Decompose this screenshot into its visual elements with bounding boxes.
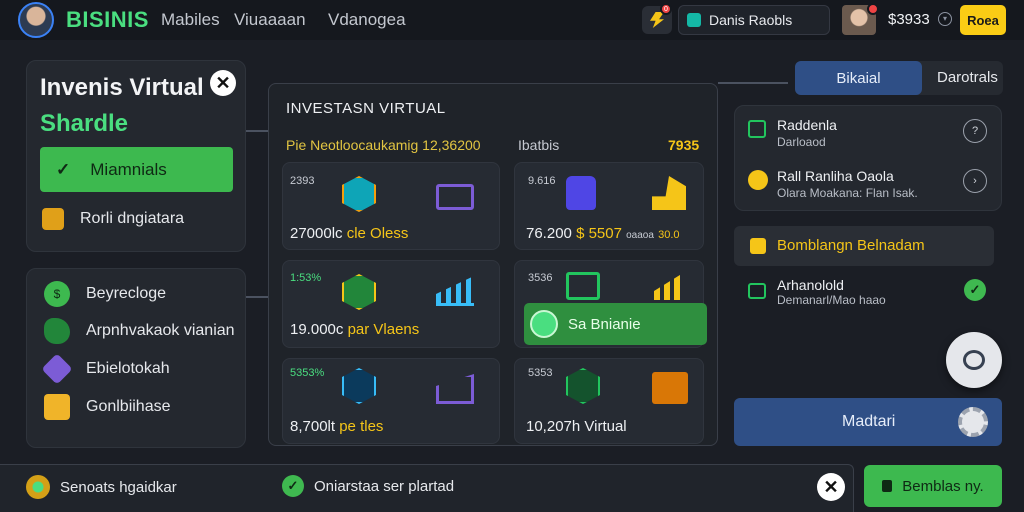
chip-icon xyxy=(436,184,474,210)
screen-icon xyxy=(748,283,766,299)
close-icon: ✕ xyxy=(823,476,839,497)
tile-amount: 8,700lt pe tles xyxy=(290,418,384,435)
bottom-item-2-label: Oniarstaa ser plartad xyxy=(314,477,455,495)
check-icon: ✓ xyxy=(964,279,986,301)
confirm-button-label: Bemblas ny. xyxy=(902,477,984,495)
menu-item-4[interactable]: Gonlbiihase xyxy=(44,394,171,420)
connector-line xyxy=(246,296,268,298)
account-chip[interactable]: Danis Raobls xyxy=(678,5,830,35)
menu-item-label: Ebielotokah xyxy=(86,360,170,377)
alert-icon xyxy=(750,238,766,254)
chevron-right-icon: › xyxy=(973,175,977,187)
check-icon: ✓ xyxy=(56,159,71,179)
cloud-icon xyxy=(44,318,70,344)
sell-button[interactable]: Sa Bnianie xyxy=(524,303,707,345)
bottom-item-1-label: Senoats hgaidkar xyxy=(60,478,177,496)
tile-amount: 19.000c par Vlaens xyxy=(290,321,420,338)
close-button[interactable]: ✕ xyxy=(817,473,845,501)
card-title-line1: Invenis Virtual xyxy=(40,74,204,101)
card-title: Invenis Virtual Shardle xyxy=(40,70,210,142)
bottom-item-1[interactable]: Senoats hgaidkar xyxy=(26,475,177,499)
secondary-item-label: Rorli dngiatara xyxy=(80,210,185,227)
alert-text: Bomblangn Belnadam xyxy=(777,237,925,254)
panel-label: Ibatbis xyxy=(518,137,560,153)
info-button-2[interactable]: › xyxy=(963,169,987,193)
tile-amount: 76.200 $ 5507 oaaoa 30.0 xyxy=(526,225,680,242)
tile-stat: 3536 xyxy=(528,272,553,284)
tile-stat: 1:53% xyxy=(290,272,322,284)
connector-line xyxy=(718,82,788,84)
shield-icon xyxy=(687,13,701,27)
balance-value: $3933 xyxy=(888,11,930,28)
lightbulb-icon xyxy=(748,170,768,190)
card-title-line2: Shardle xyxy=(40,110,129,137)
tile-amount: 10,207h Virtual xyxy=(526,418,627,435)
confirm-button[interactable]: Bemblas ny. xyxy=(864,465,1002,507)
info-button-1[interactable]: ? xyxy=(963,119,987,143)
menu-item-label: Beyrecloge xyxy=(86,285,167,302)
panel-total: 7935 xyxy=(668,137,700,153)
tile-stat: 9.616 xyxy=(528,175,556,187)
user-avatar[interactable] xyxy=(18,2,54,38)
tile-stat: 5353% xyxy=(290,367,325,379)
info-sub-1: Darloaod xyxy=(777,135,826,149)
coin-icon xyxy=(26,475,50,499)
briefcase-icon xyxy=(42,208,64,230)
notification-badge: 0 xyxy=(660,3,672,15)
status-title: Arhanolold xyxy=(777,277,844,293)
bolt-icon xyxy=(650,12,664,28)
check-icon: ✓ xyxy=(282,475,304,497)
menu-item-label: Arpnhvakaok vianian xyxy=(86,322,235,339)
info-title-1: Raddenla xyxy=(777,117,837,133)
top-action-button[interactable]: Roea xyxy=(960,5,1006,35)
brand-logo[interactable]: BISINIS xyxy=(66,7,149,33)
blue-button-label: Madtari xyxy=(842,413,896,430)
menu-item-2[interactable]: Arpnhvakaok vianian xyxy=(44,318,235,344)
calendar-icon xyxy=(748,120,766,138)
chat-bubble-icon xyxy=(963,350,985,370)
menu-item-1[interactable]: $ Beyrecloge xyxy=(44,281,166,307)
question-icon: ? xyxy=(971,125,979,137)
tile-stat: 5353 xyxy=(528,367,553,379)
gear-icon xyxy=(958,407,988,437)
close-icon: ✕ xyxy=(215,72,231,93)
status-sub: Demanarl/Mao haao xyxy=(777,293,886,307)
info-title-2: Rall Ranliha Oaola xyxy=(777,168,894,184)
connector-line xyxy=(246,130,268,132)
panel-summary: Pie Neotloocaukamig 12,36200 xyxy=(286,137,481,153)
robot-icon xyxy=(566,176,596,210)
info-sub-2: Olara Moakana: Flan Isak. xyxy=(777,186,918,200)
dollar-coin-icon: $ xyxy=(44,281,70,307)
chat-button[interactable] xyxy=(946,332,1002,388)
card-secondary-item[interactable]: Rorli dngiatara xyxy=(42,208,184,230)
nav-link-1[interactable]: Mabiles xyxy=(161,10,220,30)
cube-icon xyxy=(41,353,73,385)
bottom-item-2[interactable]: ✓ Oniarstaa ser plartad xyxy=(282,475,454,497)
tab-other[interactable]: Darotrals xyxy=(937,69,998,86)
tile-stat: 2393 xyxy=(290,175,315,187)
chart-monitor-icon xyxy=(566,272,600,300)
primary-button-label: Miamnials xyxy=(90,159,167,179)
account-name: Danis Raobls xyxy=(709,12,793,28)
doc-icon xyxy=(530,310,558,338)
nav-link-2[interactable]: Viuaaaan xyxy=(234,10,306,30)
profile-badge xyxy=(867,3,879,15)
sell-button-label: Sa Bnianie xyxy=(568,315,641,333)
nav-link-3[interactable]: Vdanogea xyxy=(328,10,406,30)
tile-amount: 27000lc cle Oless xyxy=(290,225,409,242)
primary-button[interactable]: ✓ Miamnials xyxy=(40,147,233,192)
close-button[interactable]: ✕ xyxy=(210,70,236,96)
menu-item-3[interactable]: Ebielotokah xyxy=(41,353,170,385)
lock-icon xyxy=(882,480,893,492)
tab-active[interactable]: Bikaial xyxy=(795,61,922,95)
chevron-down-icon[interactable]: ▾ xyxy=(938,12,952,26)
panel-title: INVESTASN VIRTUAL xyxy=(286,100,446,117)
blue-action-button[interactable]: Madtari xyxy=(734,398,1002,446)
menu-item-label: Gonlbiihase xyxy=(86,398,171,415)
box-icon xyxy=(44,394,70,420)
package-icon xyxy=(652,372,688,404)
